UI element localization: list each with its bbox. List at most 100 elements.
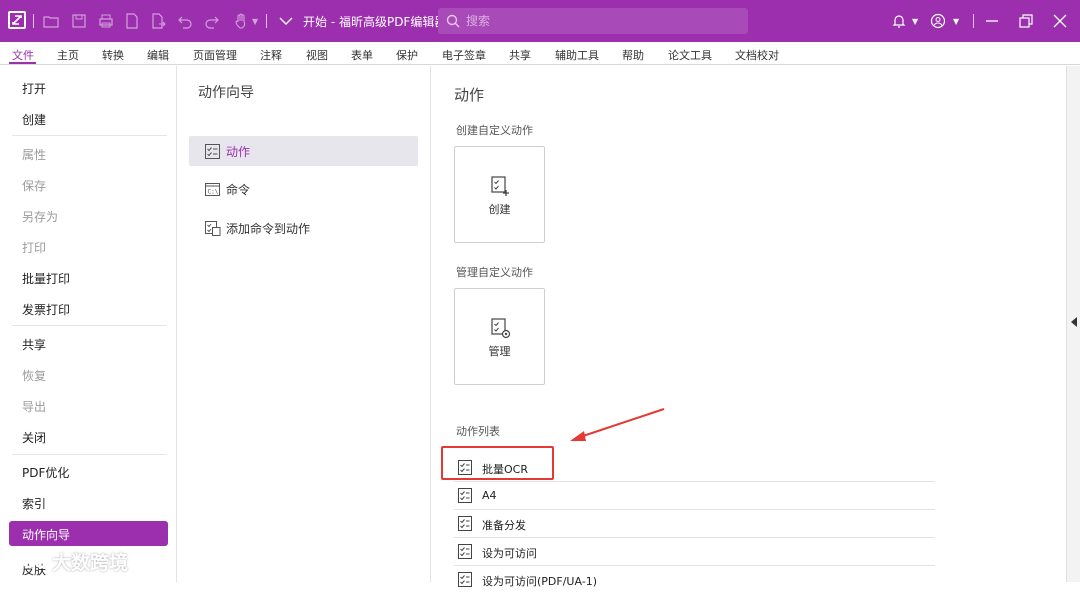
window-title: 开始 - 福昕高级PDF编辑器 <box>303 15 447 29</box>
content-title: 动作 <box>454 86 485 104</box>
manage-action-icon <box>491 318 511 339</box>
redo-icon[interactable] <box>203 12 221 30</box>
sidebar-item-export: 导出 <box>22 400 47 414</box>
chevron-down-icon[interactable]: ▼ <box>953 17 959 26</box>
close-icon[interactable] <box>1050 11 1070 31</box>
wizard-panel: 动作向导 动作 C:\ 命令 添加命令到动作 <box>178 66 431 582</box>
menu-convert[interactable]: 转换 <box>102 47 124 63</box>
toolbar-separator <box>973 14 974 28</box>
action-checklist-icon <box>458 516 472 531</box>
wizard-nav-add-command[interactable]: 添加命令到动作 <box>203 219 310 237</box>
manage-section-heading: 管理自定义动作 <box>456 266 533 279</box>
sidebar-item-share[interactable]: 共享 <box>22 336 46 353</box>
create-section-heading: 创建自定义动作 <box>456 124 533 137</box>
menu-comment[interactable]: 注释 <box>260 47 282 63</box>
manage-tile-label: 管理 <box>488 345 511 358</box>
sidebar-item-print: 打印 <box>22 241 47 255</box>
app-logo-icon <box>8 11 26 29</box>
wizard-nav-commands[interactable]: C:\ 命令 <box>203 180 250 198</box>
action-checklist-icon <box>458 488 472 503</box>
hand-tool-icon[interactable] <box>232 12 250 30</box>
action-name: 准备分发 <box>482 519 526 532</box>
annotation-arrow <box>570 408 665 441</box>
menu-thesis-tools[interactable]: 论文工具 <box>668 47 712 63</box>
action-checklist-icon <box>458 544 472 559</box>
panel-collapse-strip[interactable] <box>1066 66 1080 582</box>
menu-edit[interactable]: 编辑 <box>147 47 169 63</box>
bell-icon[interactable] <box>889 11 909 31</box>
customize-toolbar-icon[interactable] <box>277 12 295 30</box>
new-document-icon[interactable] <box>123 12 141 30</box>
menu-bar: 文件 主页 转换 编辑 页面管理 注释 视图 表单 保护 电子签章 共享 辅助工… <box>0 42 1080 65</box>
wizard-nav-label: 添加命令到动作 <box>226 221 311 236</box>
search-box[interactable] <box>438 8 748 34</box>
menu-protect[interactable]: 保护 <box>396 47 418 63</box>
highlight-box <box>441 446 554 480</box>
svg-text:C:\: C:\ <box>207 188 218 195</box>
menu-form[interactable]: 表单 <box>351 47 373 63</box>
export-document-icon[interactable] <box>149 12 167 30</box>
wizard-nav-actions[interactable]: 动作 <box>203 142 250 160</box>
add-command-icon <box>203 219 221 237</box>
sidebar-item-restore: 恢复 <box>22 369 47 383</box>
toolbar-separator <box>33 14 34 28</box>
action-list-heading: 动作列表 <box>456 425 500 438</box>
sidebar-item-close[interactable]: 关闭 <box>22 429 46 446</box>
action-list-item[interactable]: 设为可访问 <box>454 538 935 566</box>
sidebar-divider <box>12 135 167 136</box>
watermark: 大数跨境 <box>8 548 128 575</box>
search-input[interactable] <box>466 14 726 28</box>
sidebar-item-action-wizard[interactable]: 动作向导 <box>22 526 70 543</box>
wizard-title: 动作向导 <box>198 85 254 101</box>
sidebar-item-save-as: 另存为 <box>22 210 59 224</box>
sidebar-divider <box>12 325 167 326</box>
create-action-icon <box>491 176 509 196</box>
search-icon <box>446 14 460 28</box>
sidebar-item-open[interactable]: 打开 <box>22 80 46 97</box>
action-checklist-icon <box>203 142 221 160</box>
collapse-arrow-icon[interactable] <box>1071 317 1077 327</box>
menu-view[interactable]: 视图 <box>306 47 328 63</box>
undo-icon[interactable] <box>176 12 194 30</box>
action-list-item[interactable]: A4 <box>454 482 935 510</box>
sidebar-item-pdf-optimize[interactable]: PDF优化 <box>22 464 69 481</box>
sidebar-item-invoice-print[interactable]: 发票打印 <box>22 301 70 318</box>
active-tab-indicator <box>9 62 36 64</box>
minimize-icon[interactable] <box>982 11 1002 31</box>
chevron-down-icon[interactable]: ▼ <box>252 17 258 26</box>
account-icon[interactable] <box>928 11 948 31</box>
menu-e-signature[interactable]: 电子签章 <box>442 47 486 63</box>
sidebar-divider <box>12 454 167 455</box>
file-sidebar: 打开 创建 属性 保存 另存为 打印 批量打印 发票打印 共享 恢复 导出 关闭… <box>0 66 177 582</box>
menu-accessibility[interactable]: 辅助工具 <box>555 47 599 63</box>
create-action-tile[interactable]: 创建 <box>454 146 545 243</box>
sidebar-item-create[interactable]: 创建 <box>22 111 46 128</box>
restore-icon[interactable] <box>1016 11 1036 31</box>
print-icon[interactable] <box>97 12 115 30</box>
action-name: A4 <box>482 489 497 502</box>
action-name: 设为可访问(PDF/UA-1) <box>482 575 598 588</box>
manage-action-tile[interactable]: 管理 <box>454 288 545 385</box>
watermark-logo-icon <box>9 551 48 572</box>
sidebar-item-index[interactable]: 索引 <box>22 495 46 512</box>
sidebar-item-properties: 属性 <box>22 148 47 162</box>
wizard-nav-label: 命令 <box>226 182 251 197</box>
menu-page-manage[interactable]: 页面管理 <box>193 47 237 63</box>
action-list-item[interactable]: 准备分发 <box>454 510 935 538</box>
sidebar-item-save: 保存 <box>22 179 47 193</box>
menu-share[interactable]: 共享 <box>509 47 531 63</box>
menu-help[interactable]: 帮助 <box>622 47 644 63</box>
wizard-nav-label: 动作 <box>226 144 251 159</box>
action-list-item[interactable]: 设为可访问(PDF/UA-1) <box>454 566 935 594</box>
action-checklist-icon <box>458 572 472 587</box>
open-folder-icon[interactable] <box>42 12 60 30</box>
action-name: 设为可访问 <box>482 547 537 560</box>
menu-file[interactable]: 文件 <box>12 47 34 63</box>
actions-content: 动作 创建自定义动作 创建 管理自定义动作 管理 动作列表 批量OCR A4 准… <box>432 66 1066 588</box>
sidebar-item-batch-print[interactable]: 批量打印 <box>22 270 70 287</box>
menu-home[interactable]: 主页 <box>57 47 79 63</box>
save-icon[interactable] <box>70 12 88 30</box>
create-tile-label: 创建 <box>488 203 511 216</box>
menu-proofreading[interactable]: 文档校对 <box>735 47 779 63</box>
chevron-down-icon[interactable]: ▼ <box>912 17 918 26</box>
